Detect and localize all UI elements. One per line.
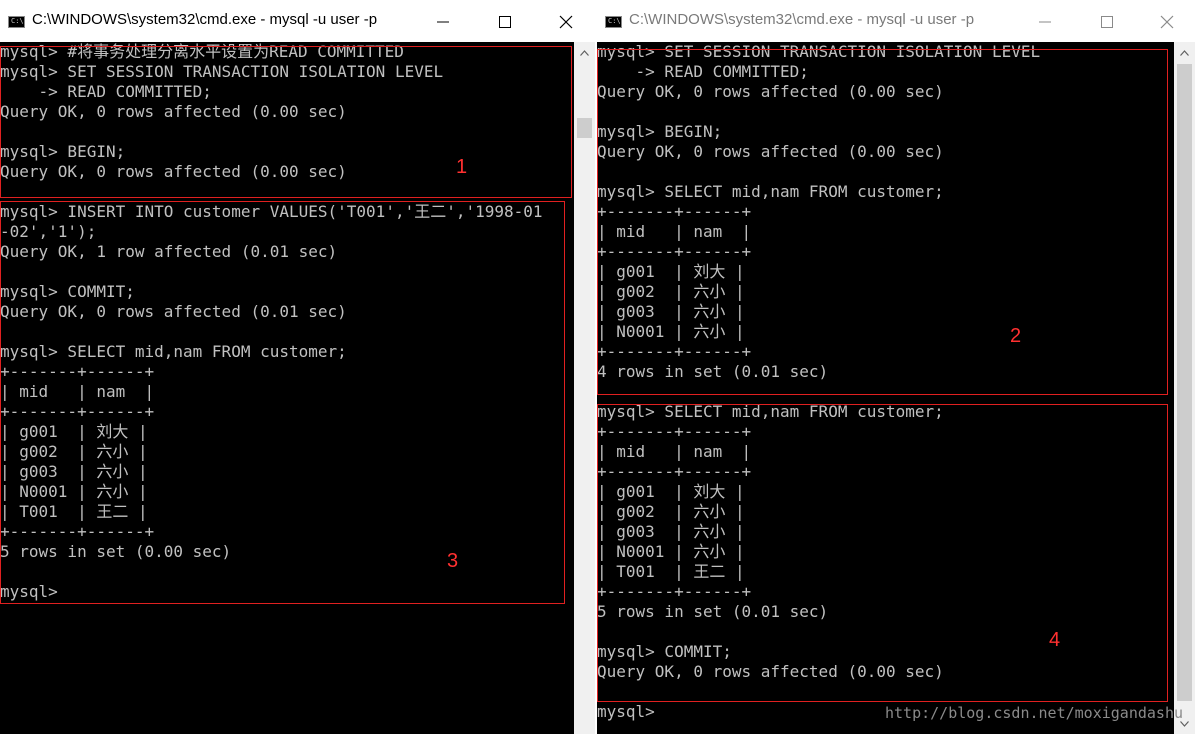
console-output[interactable]: mysql> #将事务处理分离水平设置为READ COMMITTED mysql>… (0, 42, 574, 734)
cmd-icon-label: C:\ (11, 17, 24, 25)
scroll-up-icon (580, 49, 589, 56)
console-line: | g001 | 刘大 | (597, 482, 745, 501)
console-line: | N0001 | 六小 | (597, 542, 745, 561)
left-console-window: C:\ C:\WINDOWS\system32\cmd.exe - mysql … (0, 0, 595, 734)
console-line: mysql> BEGIN; (0, 142, 126, 161)
title-bar[interactable]: C:\ C:\WINDOWS\system32\cmd.exe - mysql … (597, 0, 1195, 42)
console-line: mysql> COMMIT; (0, 282, 135, 301)
maximize-button[interactable] (1092, 10, 1122, 34)
scrollbar-thumb[interactable] (577, 118, 592, 138)
window-title: C:\WINDOWS\system32\cmd.exe - mysql -u u… (629, 11, 975, 28)
console-line: +-------+------+ (597, 202, 752, 221)
console-line: mysql> COMMIT; (597, 642, 732, 661)
console-line: 5 rows in set (0.01 sec) (597, 602, 829, 621)
console-line: | mid | nam | (0, 382, 155, 401)
right-console-window: C:\ C:\WINDOWS\system32\cmd.exe - mysql … (597, 0, 1195, 734)
console-line: +-------+------+ (597, 582, 752, 601)
console-line: Query OK, 1 row affected (0.01 sec) (0, 242, 338, 261)
watermark-text: http://blog.csdn.net/moxigandashu (884, 704, 1183, 722)
annotation-label-3: 3 (447, 550, 459, 572)
console-line: mysql> SELECT mid,nam FROM customer; (0, 342, 347, 361)
console-line: | T001 | 王二 | (0, 502, 148, 521)
console-line: | g001 | 刘大 | (0, 422, 148, 441)
console-line: +-------+------+ (597, 342, 752, 361)
window-title: C:\WINDOWS\system32\cmd.exe - mysql -u u… (32, 11, 378, 28)
console-line: mysql> (597, 702, 655, 721)
console-line: +-------+------+ (597, 462, 752, 481)
console-line: | mid | nam | (597, 222, 752, 241)
scrollbar-thumb[interactable] (1177, 64, 1192, 701)
console-line: +-------+------+ (0, 402, 155, 421)
console-line: | g001 | 刘大 | (597, 262, 745, 281)
console-line: | N0001 | 六小 | (597, 322, 745, 341)
cmd-app-icon[interactable]: C:\ (8, 16, 25, 28)
console-line: +-------+------+ (597, 242, 752, 261)
console-line: Query OK, 0 rows affected (0.00 sec) (0, 162, 347, 181)
console-line: Query OK, 0 rows affected (0.00 sec) (597, 82, 944, 101)
console-line: mysql> #将事务处理分离水平设置为READ COMMITTED (0, 42, 404, 61)
close-icon (1160, 15, 1174, 29)
minimize-button[interactable] (1030, 10, 1060, 34)
console-line: mysql> (0, 582, 58, 601)
console-output[interactable]: mysql> SET SESSION TRANSACTION ISOLATION… (597, 42, 1174, 734)
console-line: | g003 | 六小 | (597, 522, 745, 541)
console-line: 5 rows in set (0.00 sec) (0, 542, 232, 561)
console-line: +-------+------+ (0, 362, 155, 381)
close-button[interactable] (551, 10, 581, 34)
minimize-button[interactable] (428, 10, 458, 34)
console-line: +-------+------+ (597, 422, 752, 441)
console-line: mysql> SET SESSION TRANSACTION ISOLATION… (597, 42, 1041, 61)
vertical-scrollbar[interactable] (574, 42, 595, 734)
maximize-icon (1101, 16, 1113, 28)
minimize-icon (437, 21, 449, 23)
console-line: | g002 | 六小 | (597, 282, 745, 301)
annotation-label-1: 1 (456, 156, 468, 178)
console-line: -> READ COMMITTED; (597, 62, 809, 81)
console-line: -> READ COMMITTED; (0, 82, 212, 101)
scroll-up-icon (1180, 49, 1189, 56)
console-line: +-------+------+ (0, 522, 155, 541)
scroll-up-button[interactable] (1174, 44, 1195, 61)
close-icon (559, 15, 573, 29)
console-line: | N0001 | 六小 | (0, 482, 148, 501)
console-line: Query OK, 0 rows affected (0.00 sec) (0, 102, 347, 121)
console-line: | g002 | 六小 | (597, 502, 745, 521)
maximize-icon (499, 16, 511, 28)
console-line: mysql> SELECT mid,nam FROM customer; (597, 182, 944, 201)
cmd-app-icon[interactable]: C:\ (605, 16, 622, 28)
console-line: Query OK, 0 rows affected (0.00 sec) (597, 142, 944, 161)
console-line: -02','1'); (0, 222, 97, 241)
console-line: | g003 | 六小 | (597, 302, 745, 321)
console-line: Query OK, 0 rows affected (0.01 sec) (0, 302, 347, 321)
console-line: mysql> INSERT INTO customer VALUES('T001… (0, 202, 543, 221)
console-line: | g002 | 六小 | (0, 442, 148, 461)
annotation-label-2: 2 (1010, 325, 1022, 347)
minimize-icon (1039, 21, 1051, 23)
console-line: 4 rows in set (0.01 sec) (597, 362, 829, 381)
console-line: | mid | nam | (597, 442, 752, 461)
console-line: mysql> SET SESSION TRANSACTION ISOLATION… (0, 62, 444, 81)
scroll-up-button[interactable] (574, 44, 595, 61)
console-line: mysql> BEGIN; (597, 122, 723, 141)
annotation-label-4: 4 (1049, 629, 1061, 651)
maximize-button[interactable] (490, 10, 520, 34)
console-line: Query OK, 0 rows affected (0.00 sec) (597, 662, 944, 681)
console-line: | T001 | 王二 | (597, 562, 745, 581)
close-button[interactable] (1152, 10, 1182, 34)
cmd-icon-label: C:\ (608, 17, 621, 25)
console-line: mysql> SELECT mid,nam FROM customer; (597, 402, 944, 421)
console-line: | g003 | 六小 | (0, 462, 148, 481)
vertical-scrollbar[interactable] (1174, 42, 1195, 734)
title-bar[interactable]: C:\ C:\WINDOWS\system32\cmd.exe - mysql … (0, 0, 595, 42)
